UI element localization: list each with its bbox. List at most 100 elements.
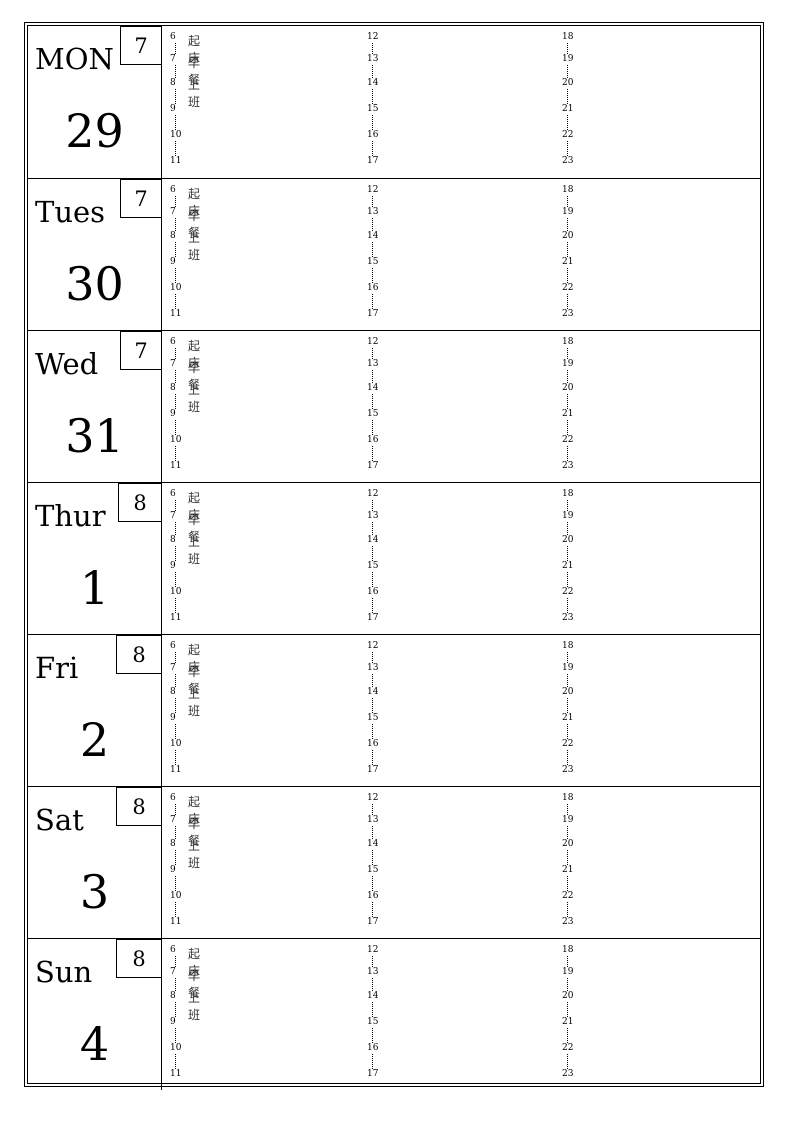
schedule-note[interactable]: 上班 [188, 229, 200, 263]
hour-label: 6 [170, 793, 176, 803]
hour-label: 10 [170, 130, 182, 140]
hour-label: 13 [367, 359, 379, 369]
hour-label: 20 [562, 78, 574, 88]
hour-label: 21 [562, 865, 574, 875]
hour-label: 17 [367, 156, 379, 166]
hour-label: 12 [367, 641, 379, 651]
hour-label: 8 [170, 839, 176, 849]
hour-label: 21 [562, 409, 574, 419]
hour-label: 8 [170, 535, 176, 545]
month-box: 7 [120, 178, 162, 218]
hour-label: 13 [367, 815, 379, 825]
hour-label: 7 [170, 511, 176, 521]
schedule-note[interactable]: 上班 [188, 837, 200, 871]
hour-label: 15 [367, 257, 379, 267]
hour-label: 20 [562, 687, 574, 697]
schedule-note[interactable]: 上班 [188, 533, 200, 567]
hour-label: 19 [562, 815, 574, 825]
schedule-note[interactable]: 上班 [188, 685, 200, 719]
hour-label: 21 [562, 1017, 574, 1027]
hour-label: 15 [367, 865, 379, 875]
hour-label: 9 [170, 257, 176, 267]
hour-label: 7 [170, 967, 176, 977]
month-box: 7 [120, 330, 162, 370]
hour-label: 14 [367, 383, 379, 393]
day-cell: Tues 7 30 [28, 178, 162, 330]
day-number: 29 [65, 104, 124, 158]
hour-label: 20 [562, 231, 574, 241]
hour-label: 7 [170, 207, 176, 217]
hour-label: 8 [170, 687, 176, 697]
hour-label: 23 [562, 613, 574, 623]
hour-label: 8 [170, 991, 176, 1001]
day-row: Thur 8 1 6 7 8 9 10 11 起床 早餐 上班 12 13 14 15 16 17 18 19 2… [28, 482, 760, 634]
hour-label: 23 [562, 461, 574, 471]
hour-label: 14 [367, 687, 379, 697]
hour-label: 12 [367, 793, 379, 803]
hour-label: 9 [170, 1017, 176, 1027]
day-row: Tues 7 30 6 7 8 9 10 11 起床 早餐 上班 12 13 14 15 16 17 18 19… [28, 178, 760, 330]
hour-label: 16 [367, 283, 379, 293]
day-cell: Wed 7 31 [28, 330, 162, 482]
hour-label: 22 [562, 739, 574, 749]
hour-label: 9 [170, 409, 176, 419]
hour-label: 10 [170, 587, 182, 597]
hour-label: 11 [170, 156, 182, 166]
hour-schedule: 6 7 8 9 10 11 起床 早餐 上班 12 13 14 15 16 17 18 19 20 21 22 23 [162, 787, 760, 938]
hour-label: 15 [367, 561, 379, 571]
hour-label: 16 [367, 130, 379, 140]
hour-label: 11 [170, 461, 182, 471]
hour-label: 21 [562, 561, 574, 571]
hour-label: 12 [367, 945, 379, 955]
schedule-note[interactable]: 上班 [188, 381, 200, 415]
hour-label: 15 [367, 409, 379, 419]
hour-label: 6 [170, 32, 176, 42]
schedule-note[interactable]: 上班 [188, 76, 200, 110]
hour-label: 17 [367, 1069, 379, 1079]
day-name: Sat [35, 803, 84, 837]
hour-label: 19 [562, 359, 574, 369]
hour-schedule: 6 7 8 9 10 11 起床 早餐 上班 12 13 14 15 16 17 18 19 20 21 22 23 [162, 26, 760, 178]
hour-label: 7 [170, 663, 176, 673]
hour-label: 22 [562, 435, 574, 445]
schedule-note[interactable]: 上班 [188, 989, 200, 1023]
hour-label: 9 [170, 561, 176, 571]
hour-label: 8 [170, 78, 176, 88]
hour-label: 16 [367, 587, 379, 597]
day-cell: Sun 8 4 [28, 938, 162, 1090]
day-name: Fri [35, 651, 79, 685]
hour-label: 16 [367, 1043, 379, 1053]
month-box: 8 [118, 482, 162, 522]
hour-label: 16 [367, 435, 379, 445]
month-box: 8 [116, 634, 162, 674]
hour-label: 10 [170, 1043, 182, 1053]
hour-label: 18 [562, 793, 574, 803]
hour-label: 11 [170, 917, 182, 927]
day-row: MON 7 29 6 7 8 9 10 11 起床 早餐 上班 12 13 14 15 16 17 18 19 2… [28, 25, 760, 178]
hour-label: 16 [367, 739, 379, 749]
hour-label: 8 [170, 383, 176, 393]
day-number: 3 [79, 865, 110, 919]
hour-label: 6 [170, 641, 176, 651]
hour-label: 22 [562, 283, 574, 293]
hour-label: 23 [562, 917, 574, 927]
hour-label: 11 [170, 613, 182, 623]
hour-label: 13 [367, 207, 379, 217]
hour-label: 22 [562, 587, 574, 597]
hour-label: 18 [562, 489, 574, 499]
day-row: Fri 8 2 6 7 8 9 10 11 起床 早餐 上班 12 13 14 15 16 17 18 19 20… [28, 634, 760, 786]
hour-schedule: 6 7 8 9 10 11 起床 早餐 上班 12 13 14 15 16 17 18 19 20 21 22 23 [162, 483, 760, 634]
hour-label: 10 [170, 739, 182, 749]
hour-label: 20 [562, 383, 574, 393]
hour-label: 14 [367, 839, 379, 849]
hour-label: 18 [562, 185, 574, 195]
hour-label: 23 [562, 309, 574, 319]
hour-label: 20 [562, 991, 574, 1001]
hour-label: 21 [562, 257, 574, 267]
hour-label: 16 [367, 891, 379, 901]
hour-label: 18 [562, 641, 574, 651]
hour-label: 23 [562, 156, 574, 166]
hour-label: 6 [170, 945, 176, 955]
hour-label: 12 [367, 337, 379, 347]
hour-label: 18 [562, 337, 574, 347]
